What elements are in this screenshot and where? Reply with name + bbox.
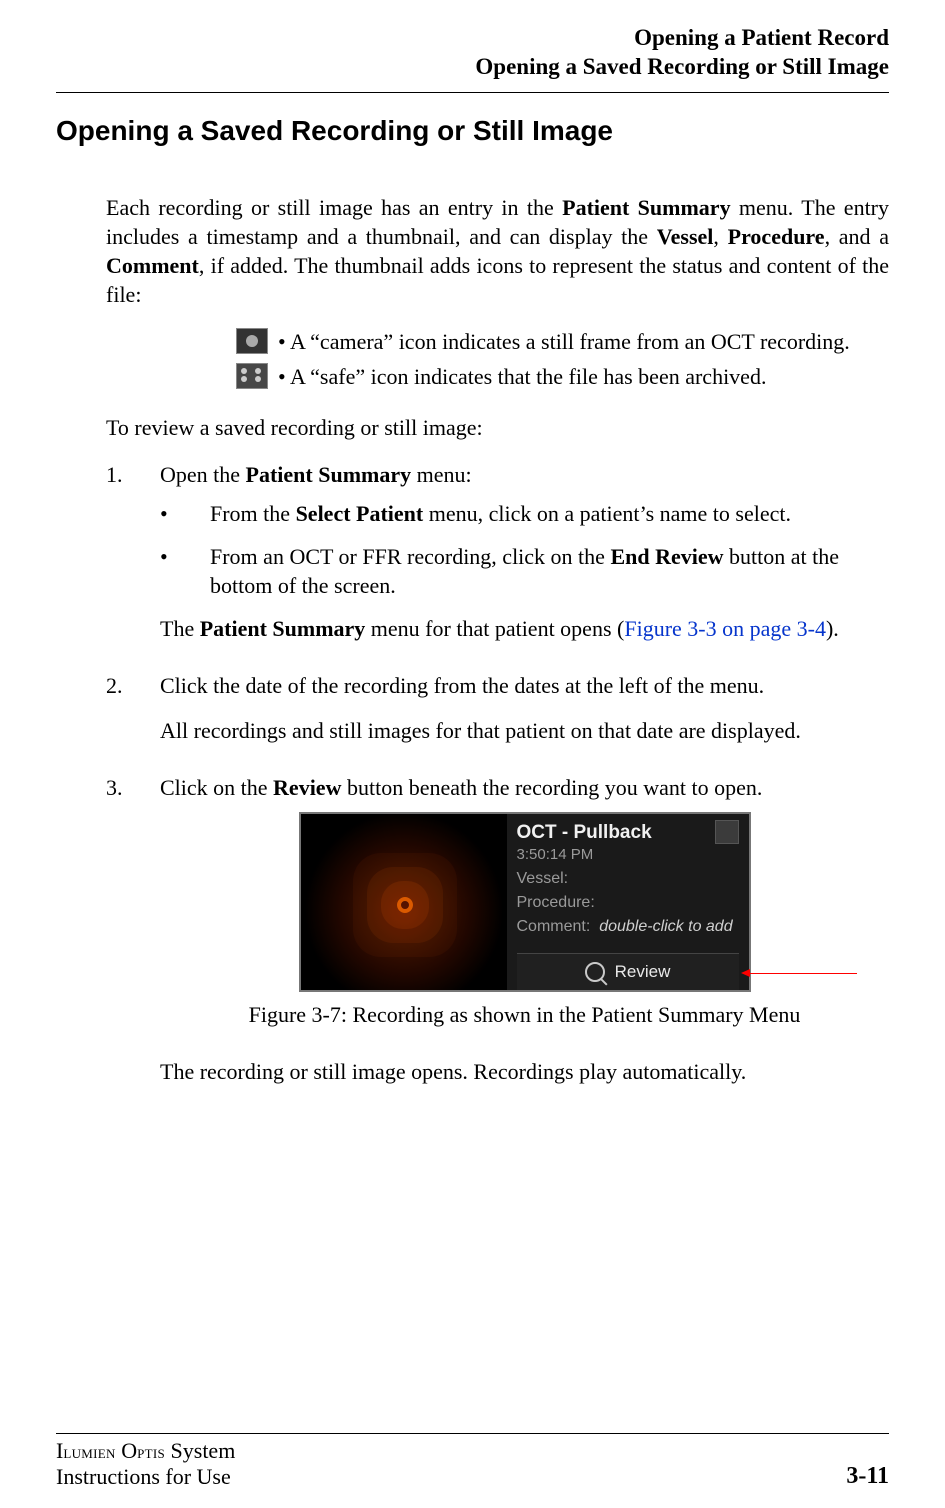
bullet-marker: • bbox=[160, 542, 210, 600]
text: From an OCT or FFR recording, click on t… bbox=[210, 544, 610, 569]
text: menu, click on a patient’s name to selec… bbox=[423, 501, 791, 526]
step-number: 2. bbox=[106, 671, 160, 761]
intro-paragraph: Each recording or still image has an ent… bbox=[106, 193, 889, 309]
header-section: Opening a Saved Recording or Still Image bbox=[56, 53, 889, 82]
recording-title: OCT - Pullback bbox=[517, 820, 652, 845]
step-result: The Patient Summary menu for that patien… bbox=[160, 614, 889, 643]
cross-reference-link[interactable]: Figure 3-3 on page 3-4 bbox=[624, 616, 826, 641]
page: Opening a Patient Record Opening a Saved… bbox=[0, 0, 945, 1508]
bold-text: Patient Summary bbox=[562, 195, 730, 220]
step-number: 3. bbox=[106, 773, 160, 1086]
step-1: 1. Open the Patient Summary menu: • From… bbox=[106, 460, 889, 659]
text: O bbox=[116, 1438, 137, 1463]
text: Click on the bbox=[160, 775, 273, 800]
bold-text: Patient Summary bbox=[200, 616, 366, 641]
text: ). bbox=[826, 616, 839, 641]
text: System bbox=[165, 1438, 235, 1463]
lead-in-paragraph: To review a saved recording or still ima… bbox=[106, 413, 889, 442]
bold-text: Patient Summary bbox=[246, 462, 412, 487]
bold-text: End Review bbox=[610, 544, 723, 569]
section-heading: Opening a Saved Recording or Still Image bbox=[56, 115, 889, 147]
text: , bbox=[713, 224, 727, 249]
figure-caption: Figure 3-7: Recording as shown in the Pa… bbox=[249, 1000, 801, 1029]
small-caps: ptis bbox=[137, 1442, 165, 1462]
sub-bullet-text: From the Select Patient menu, click on a… bbox=[210, 499, 889, 528]
step-result: All recordings and still images for that… bbox=[160, 716, 889, 745]
step-3: 3. Click on the Review button beneath th… bbox=[106, 773, 889, 1086]
text: From the bbox=[210, 501, 296, 526]
figure: OCT - Pullback 3:50:14 PM Vessel: Proced… bbox=[160, 812, 889, 1029]
step-number: 1. bbox=[106, 460, 160, 659]
bold-text: Vessel bbox=[657, 224, 714, 249]
step-2: 2. Click the date of the recording from … bbox=[106, 671, 889, 761]
step-content: Click the date of the recording from the… bbox=[160, 671, 889, 761]
text: Each recording or still image has an ent… bbox=[106, 195, 562, 220]
safe-icon bbox=[236, 363, 268, 389]
text: Click the date of the recording from the… bbox=[160, 673, 764, 698]
product-name: Ilumien Optis System bbox=[56, 1438, 235, 1464]
bold-text: Procedure bbox=[728, 224, 825, 249]
review-button[interactable]: Review bbox=[517, 953, 739, 990]
text: , and a bbox=[825, 224, 889, 249]
sub-bullets: • From the Select Patient menu, click on… bbox=[160, 499, 889, 600]
review-button-label: Review bbox=[615, 961, 671, 983]
comment-label: Comment: bbox=[517, 918, 591, 935]
icon-legend-row-camera: • A “camera” icon indicates a still fram… bbox=[236, 327, 889, 356]
sub-bullet: • From an OCT or FFR recording, click on… bbox=[160, 542, 889, 600]
icon-legend: • A “camera” icon indicates a still fram… bbox=[236, 327, 889, 391]
text: The bbox=[160, 616, 200, 641]
bold-text: Select Patient bbox=[296, 501, 424, 526]
camera-icon bbox=[236, 328, 268, 354]
body: Each recording or still image has an ent… bbox=[106, 171, 889, 1099]
footer-line: Ilumien Optis System Instructions for Us… bbox=[56, 1438, 889, 1490]
icon-legend-row-safe: • A “safe” icon indicates that the file … bbox=[236, 362, 889, 391]
header-rule bbox=[56, 92, 889, 93]
select-checkbox[interactable] bbox=[715, 820, 739, 844]
recording-time: 3:50:14 PM bbox=[517, 845, 739, 865]
step-content: Click on the Review button beneath the r… bbox=[160, 773, 889, 1086]
comment-hint[interactable]: double-click to add bbox=[599, 918, 732, 935]
callout-arrow bbox=[749, 973, 857, 974]
text: menu for that patient opens ( bbox=[365, 616, 624, 641]
sub-bullet-text: From an OCT or FFR recording, click on t… bbox=[210, 542, 889, 600]
numbered-steps: 1. Open the Patient Summary menu: • From… bbox=[106, 460, 889, 1086]
procedure-row: Procedure: bbox=[517, 892, 739, 913]
document-title: Instructions for Use bbox=[56, 1464, 235, 1490]
icon-legend-text: • A “camera” icon indicates a still fram… bbox=[278, 327, 850, 356]
bold-text: Comment bbox=[106, 253, 199, 278]
step-result: The recording or still image opens. Reco… bbox=[160, 1057, 889, 1086]
page-number: 3-11 bbox=[846, 1463, 889, 1490]
text: , if added. The thumbnail adds icons to … bbox=[106, 253, 889, 307]
text: Open the bbox=[160, 462, 246, 487]
vessel-row: Vessel: bbox=[517, 868, 739, 889]
header-chapter: Opening a Patient Record bbox=[56, 24, 889, 53]
text: menu: bbox=[411, 462, 472, 487]
footer-left: Ilumien Optis System Instructions for Us… bbox=[56, 1438, 235, 1490]
text: button beneath the recording you want to… bbox=[341, 775, 762, 800]
small-caps: lumien bbox=[63, 1442, 115, 1462]
comment-row: Comment: double-click to add bbox=[517, 916, 739, 937]
bullet-marker: • bbox=[160, 499, 210, 528]
recording-tile: OCT - Pullback 3:50:14 PM Vessel: Proced… bbox=[299, 812, 751, 992]
sub-bullet: • From the Select Patient menu, click on… bbox=[160, 499, 889, 528]
bold-text: Review bbox=[273, 775, 341, 800]
oct-thumbnail bbox=[301, 814, 507, 990]
footer-rule bbox=[56, 1433, 889, 1434]
page-footer: Ilumien Optis System Instructions for Us… bbox=[56, 1433, 889, 1490]
recording-meta: OCT - Pullback 3:50:14 PM Vessel: Proced… bbox=[507, 814, 749, 990]
page-header: Opening a Patient Record Opening a Saved… bbox=[56, 24, 889, 82]
title-row: OCT - Pullback bbox=[517, 820, 739, 845]
step-content: Open the Patient Summary menu: • From th… bbox=[160, 460, 889, 659]
magnifier-icon bbox=[585, 962, 605, 982]
icon-legend-text: • A “safe” icon indicates that the file … bbox=[278, 362, 766, 391]
